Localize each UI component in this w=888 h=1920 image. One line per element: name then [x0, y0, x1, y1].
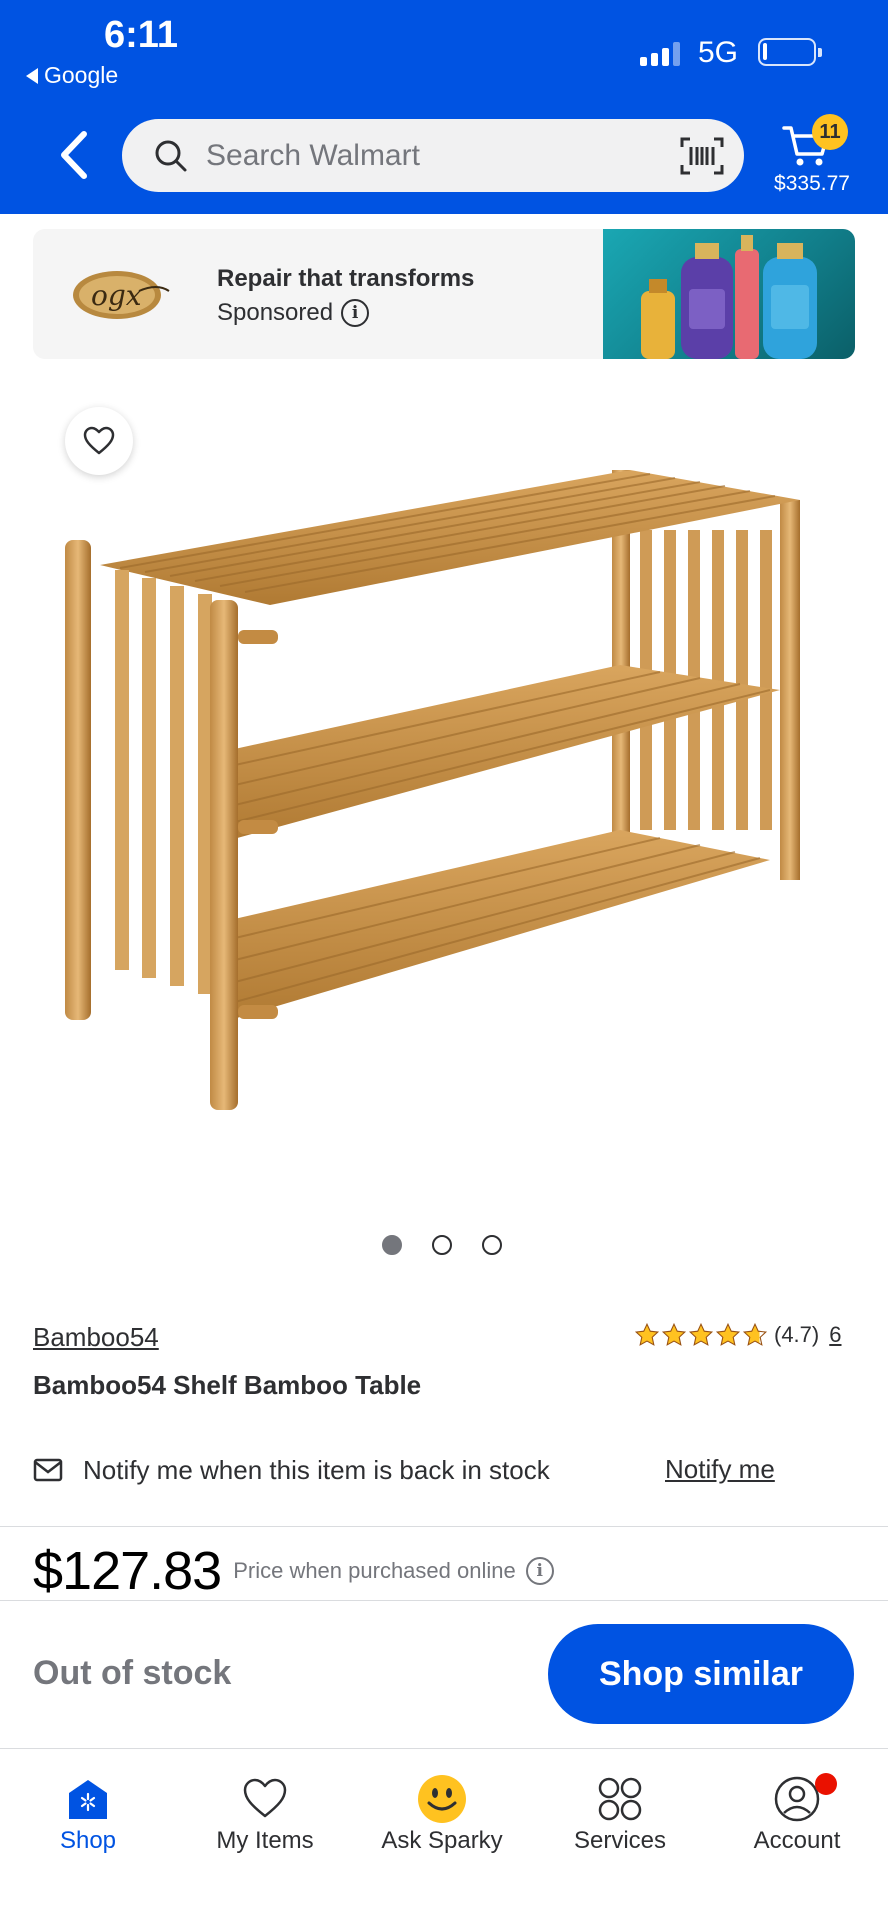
nav-shop-label: Shop — [59, 1827, 117, 1854]
cart-total: $335.77 — [774, 172, 850, 195]
nav-ask-sparky-label: Ask Sparky — [381, 1827, 503, 1854]
carousel-dot[interactable] — [382, 1235, 402, 1255]
shop-similar-button[interactable]: Shop similar — [548, 1624, 854, 1724]
signal-icon — [640, 42, 680, 66]
back-arrow-icon[interactable] — [56, 128, 92, 182]
cart-count-badge: 11 — [812, 114, 848, 150]
status-time: 6:11 — [104, 14, 178, 56]
ad-product-image — [603, 229, 855, 359]
rating-summary[interactable]: (4.7) 6 — [634, 1322, 842, 1348]
notification-dot — [815, 1773, 837, 1795]
sponsored-ad-banner[interactable]: ogx Repair that transforms Sponsored i — [33, 229, 855, 359]
search-bar[interactable]: Search Walmart — [122, 119, 744, 192]
divider — [0, 1600, 888, 1601]
notify-text: Notify me when this item is back in stoc… — [83, 1454, 550, 1485]
star-half-icon — [742, 1322, 768, 1346]
heart-icon — [243, 1778, 287, 1818]
star-rating — [634, 1322, 768, 1348]
star-icon — [661, 1322, 687, 1346]
product-title: Bamboo54 Shelf Bamboo Table — [33, 1370, 422, 1400]
price-note: Price when purchased online i — [233, 1557, 554, 1585]
carousel-dot[interactable] — [432, 1235, 452, 1255]
back-to-app[interactable]: Google — [26, 62, 118, 89]
product-image[interactable] — [60, 450, 820, 1130]
mail-icon — [33, 1458, 63, 1482]
favorite-button[interactable] — [65, 407, 133, 475]
star-icon — [634, 1322, 660, 1346]
back-app-label: Google — [44, 62, 119, 88]
account-icon — [774, 1776, 820, 1822]
brand-link[interactable]: Bamboo54 — [33, 1322, 159, 1353]
price-row: $127.83 Price when purchased online i — [33, 1540, 554, 1602]
info-icon[interactable]: i — [525, 1557, 554, 1585]
carousel-dot[interactable] — [482, 1235, 502, 1255]
review-count-link[interactable]: 6 — [829, 1322, 841, 1348]
stock-status: Out of stock — [33, 1654, 232, 1692]
svg-text:ogx: ogx — [91, 279, 142, 312]
nav-my-items-label: My Items — [216, 1827, 314, 1854]
shop-icon — [69, 1780, 107, 1819]
notify-me-link[interactable]: Notify me — [665, 1454, 775, 1485]
ad-title: Repair that transforms — [217, 265, 475, 292]
cart-button[interactable]: 11 $335.77 — [762, 110, 862, 200]
nav-my-items[interactable]: My Items — [185, 1773, 345, 1855]
divider — [0, 1526, 888, 1527]
star-icon — [688, 1322, 714, 1346]
barcode-scan-icon[interactable] — [680, 137, 724, 175]
nav-shop[interactable]: Shop — [8, 1773, 168, 1855]
search-icon — [155, 140, 187, 172]
services-icon — [598, 1777, 642, 1821]
notify-row: Notify me when this item is back in stoc… — [33, 1450, 855, 1490]
app-header: 6:11 Google 5G Search Walmart 11 $335.77 — [0, 0, 888, 214]
heart-icon — [83, 426, 115, 455]
sparky-icon — [418, 1775, 466, 1823]
sponsored-label: Sponsored i — [217, 299, 370, 327]
back-triangle-icon — [26, 67, 38, 84]
star-icon — [715, 1322, 741, 1346]
image-carousel-dots — [382, 1235, 502, 1255]
bottom-nav: Shop My Items Ask Sparky Services Accoun… — [0, 1748, 888, 1920]
nav-ask-sparky[interactable]: Ask Sparky — [362, 1773, 522, 1855]
nav-services-label: Services — [573, 1827, 667, 1854]
rating-value: (4.7) — [774, 1322, 820, 1347]
nav-services[interactable]: Services — [540, 1773, 700, 1855]
info-icon[interactable]: i — [341, 299, 370, 327]
battery-icon — [758, 38, 822, 66]
search-input[interactable]: Search Walmart — [206, 139, 420, 173]
nav-account[interactable]: Account — [717, 1773, 877, 1855]
nav-account-label: Account — [753, 1827, 841, 1854]
ogx-logo: ogx — [73, 271, 170, 319]
network-label: 5G — [698, 36, 739, 69]
product-price: $127.83 — [33, 1541, 222, 1601]
